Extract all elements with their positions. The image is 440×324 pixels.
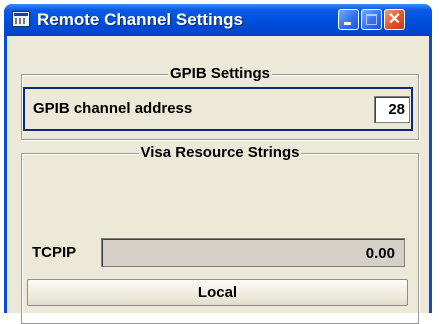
maximize-button[interactable] <box>361 9 382 30</box>
close-icon: ✕ <box>387 11 402 28</box>
tcpip-label: TCPIP <box>32 244 77 261</box>
title-bar[interactable]: Remote Channel Settings ✕ <box>4 4 432 36</box>
visa-resource-strings-group: Visa Resource Strings TCPIP 0.00 Local <box>21 144 419 324</box>
minimize-icon <box>344 22 351 25</box>
dialog-content: GPIB Settings GPIB channel address 28 Vi… <box>7 36 429 324</box>
visa-resource-strings-title: Visa Resource Strings <box>138 144 302 161</box>
window-title: Remote Channel Settings <box>37 10 243 29</box>
dialog-window: Remote Channel Settings ✕ GPIB Settings … <box>4 4 432 324</box>
gpib-settings-group: GPIB Settings GPIB channel address 28 <box>21 65 419 140</box>
gpib-channel-address-label: GPIB channel address <box>33 100 193 117</box>
gpib-settings-title: GPIB Settings <box>167 65 272 82</box>
close-button[interactable]: ✕ <box>384 9 405 30</box>
gpib-channel-address-input[interactable]: 28 <box>374 96 410 123</box>
minimize-button[interactable] <box>338 9 359 30</box>
settings-dialog-icon <box>12 11 30 27</box>
maximize-icon <box>366 14 377 25</box>
tcpip-resource-field: 0.00 <box>101 238 405 267</box>
local-button[interactable]: Local <box>27 279 408 306</box>
gpib-channel-address-row[interactable]: GPIB channel address 28 <box>23 87 413 131</box>
